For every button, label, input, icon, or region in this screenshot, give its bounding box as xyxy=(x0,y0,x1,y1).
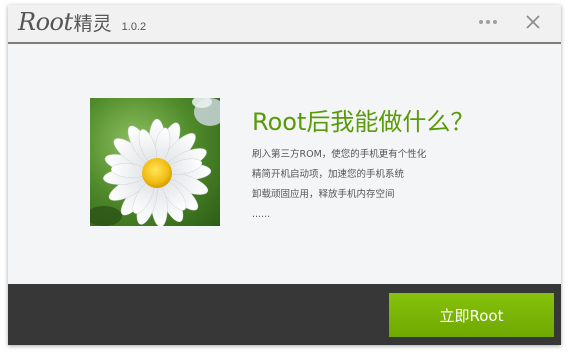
feature-item: 卸载顽固应用，释放手机内存空间 xyxy=(252,189,395,200)
feature-item: 刷入第三方ROM，使您的手机更有个性化 xyxy=(252,149,427,160)
dot xyxy=(486,20,490,24)
feature-item-ellipsis: ...... xyxy=(252,209,271,220)
app-logo: Root 精灵 1.0.2 xyxy=(18,8,146,36)
feature-list: 刷入第三方ROM，使您的手机更有个性化 精简开机启动项，加速您的手机系统 卸载顽… xyxy=(252,148,426,228)
version-label: 1.0.2 xyxy=(121,21,147,33)
main-content: Root后我能做什么？ 刷入第三方ROM，使您的手机更有个性化 精简开机启动项，… xyxy=(8,44,561,284)
dot xyxy=(479,20,483,24)
footer-bar: 立即Root xyxy=(8,284,561,345)
logo-text-cn: 精灵 xyxy=(73,13,112,35)
app-window: Root 精灵 1.0.2 Root后我能做什么？ 刷入第三方ROM，使您的手机… xyxy=(8,5,561,345)
daisy-flower-photo xyxy=(90,98,220,226)
feature-item: 精简开机启动项，加速您的手机系统 xyxy=(252,169,405,180)
logo-text-en: Root xyxy=(18,8,73,36)
dot xyxy=(493,20,497,24)
more-dots-icon[interactable] xyxy=(477,15,499,29)
close-icon[interactable] xyxy=(524,13,542,31)
page-title: Root后我能做什么？ xyxy=(252,108,475,136)
title-bar[interactable]: Root 精灵 1.0.2 xyxy=(8,5,561,44)
root-now-button[interactable]: 立即Root xyxy=(389,293,554,337)
